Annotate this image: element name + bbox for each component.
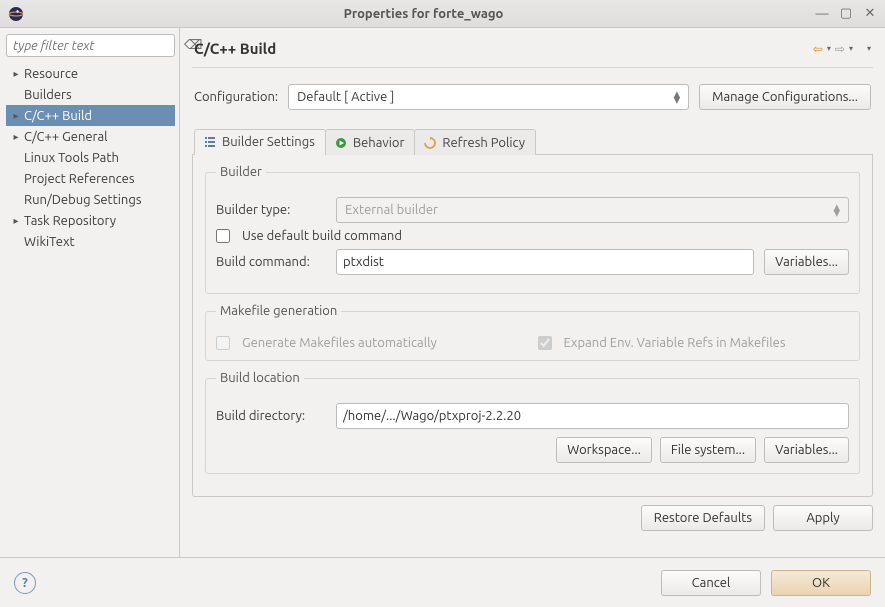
tab-bar: Builder Settings Behavior Refresh Policy <box>192 128 873 155</box>
forward-icon[interactable]: ⇨ <box>835 42 845 56</box>
dialog-content: ⌫ ▸Resource Builders ▸C/C++ Build ▸C/C++… <box>0 28 885 557</box>
apply-button[interactable]: Apply <box>773 505 873 531</box>
tree-item-ccpp-general[interactable]: ▸C/C++ General <box>6 126 175 147</box>
generate-makefiles-checkbox <box>216 336 230 350</box>
page-header: C/C++ Build ⇦ ▾ ⇨ ▾ ▾ <box>192 34 873 68</box>
help-icon[interactable]: ? <box>14 572 36 594</box>
filesystem-button[interactable]: File system... <box>660 437 756 463</box>
page-title: C/C++ Build <box>194 40 813 57</box>
generate-makefiles-label: Generate Makefiles automatically <box>242 336 437 350</box>
configuration-row: Configuration: Default [ Active ] ▴▾ Man… <box>192 68 873 128</box>
run-icon <box>334 136 348 150</box>
tab-label: Builder Settings <box>222 135 315 149</box>
view-menu-icon[interactable]: ▾ <box>867 44 871 53</box>
restore-defaults-button[interactable]: Restore Defaults <box>641 505 765 531</box>
back-menu-icon[interactable]: ▾ <box>827 44 831 53</box>
build-command-label: Build command: <box>216 255 326 269</box>
expand-env-checkbox <box>538 336 552 350</box>
spinner-icon: ▴▾ <box>674 91 681 103</box>
forward-menu-icon[interactable]: ▾ <box>849 44 853 53</box>
spinner-icon: ▴▾ <box>833 204 840 216</box>
page-actions: Restore Defaults Apply <box>192 497 873 531</box>
build-variables-button[interactable]: Variables... <box>764 249 849 275</box>
workspace-button[interactable]: Workspace... <box>556 437 652 463</box>
expand-env-label: Expand Env. Variable Refs in Makefiles <box>564 336 786 350</box>
refresh-icon <box>423 136 437 150</box>
builder-group: Builder Builder type: External builder ▴… <box>205 165 860 294</box>
use-default-build-label: Use default build command <box>242 229 402 243</box>
ok-button[interactable]: OK <box>771 570 871 596</box>
dialog-footer: ? Cancel OK <box>0 557 885 607</box>
title-bar: Properties for forte_wago — ▢ ✕ <box>0 0 885 28</box>
filter-input[interactable] <box>13 39 184 53</box>
tree-item-ccpp-build[interactable]: ▸C/C++ Build <box>6 105 175 126</box>
builder-type-value: External builder <box>345 203 438 217</box>
filter-box[interactable]: ⌫ <box>6 34 175 57</box>
category-tree: ▸Resource Builders ▸C/C++ Build ▸C/C++ G… <box>6 63 175 551</box>
tab-label: Refresh Policy <box>442 136 525 150</box>
tab-refresh-policy[interactable]: Refresh Policy <box>414 129 536 155</box>
navigation-pane: ⌫ ▸Resource Builders ▸C/C++ Build ▸C/C++… <box>0 28 180 557</box>
builder-settings-panel: Builder Builder type: External builder ▴… <box>192 155 873 497</box>
makefile-group: Makefile generation Generate Makefiles a… <box>205 304 860 361</box>
tab-builder-settings[interactable]: Builder Settings <box>194 129 326 155</box>
tab-behavior[interactable]: Behavior <box>325 129 416 155</box>
chevron-right-icon: ▸ <box>10 110 22 122</box>
configuration-value: Default [ Active ] <box>297 90 394 104</box>
maximize-button[interactable]: ▢ <box>839 7 853 21</box>
tree-item-task-repo[interactable]: ▸Task Repository <box>6 210 175 231</box>
tab-label: Behavior <box>353 136 405 150</box>
location-variables-button[interactable]: Variables... <box>764 437 849 463</box>
list-icon <box>203 135 217 149</box>
chevron-right-icon: ▸ <box>10 131 22 143</box>
tree-item-run-debug[interactable]: Run/Debug Settings <box>6 189 175 210</box>
build-location-group: Build location Build directory: Workspac… <box>205 371 860 474</box>
configuration-label: Configuration: <box>194 90 278 104</box>
build-directory-input[interactable] <box>336 403 849 429</box>
tree-item-resource[interactable]: ▸Resource <box>6 63 175 84</box>
property-page: C/C++ Build ⇦ ▾ ⇨ ▾ ▾ Configuration: Def… <box>180 28 885 557</box>
use-default-build-checkbox[interactable] <box>216 229 230 243</box>
back-icon[interactable]: ⇦ <box>813 42 823 56</box>
tree-item-linux-tools[interactable]: Linux Tools Path <box>6 147 175 168</box>
builder-type-select: External builder ▴▾ <box>336 197 849 223</box>
tree-item-wikitext[interactable]: WikiText <box>6 231 175 252</box>
cancel-button[interactable]: Cancel <box>661 570 761 596</box>
eclipse-icon <box>8 6 24 22</box>
window-title: Properties for forte_wago <box>32 7 815 21</box>
close-button[interactable]: ✕ <box>863 7 877 21</box>
history-nav: ⇦ ▾ ⇨ ▾ ▾ <box>813 42 871 56</box>
tree-item-project-refs[interactable]: Project References <box>6 168 175 189</box>
build-location-title: Build location <box>216 371 304 385</box>
build-command-input[interactable] <box>336 249 754 275</box>
build-directory-label: Build directory: <box>216 409 326 423</box>
tree-item-builders[interactable]: Builders <box>6 84 175 105</box>
chevron-right-icon: ▸ <box>10 68 22 80</box>
manage-configurations-button[interactable]: Manage Configurations... <box>699 84 871 110</box>
makefile-group-title: Makefile generation <box>216 304 341 318</box>
minimize-button[interactable]: — <box>815 7 829 21</box>
chevron-right-icon: ▸ <box>10 215 22 227</box>
builder-type-label: Builder type: <box>216 203 326 217</box>
builder-group-title: Builder <box>216 165 266 179</box>
configuration-select[interactable]: Default [ Active ] ▴▾ <box>288 84 689 110</box>
